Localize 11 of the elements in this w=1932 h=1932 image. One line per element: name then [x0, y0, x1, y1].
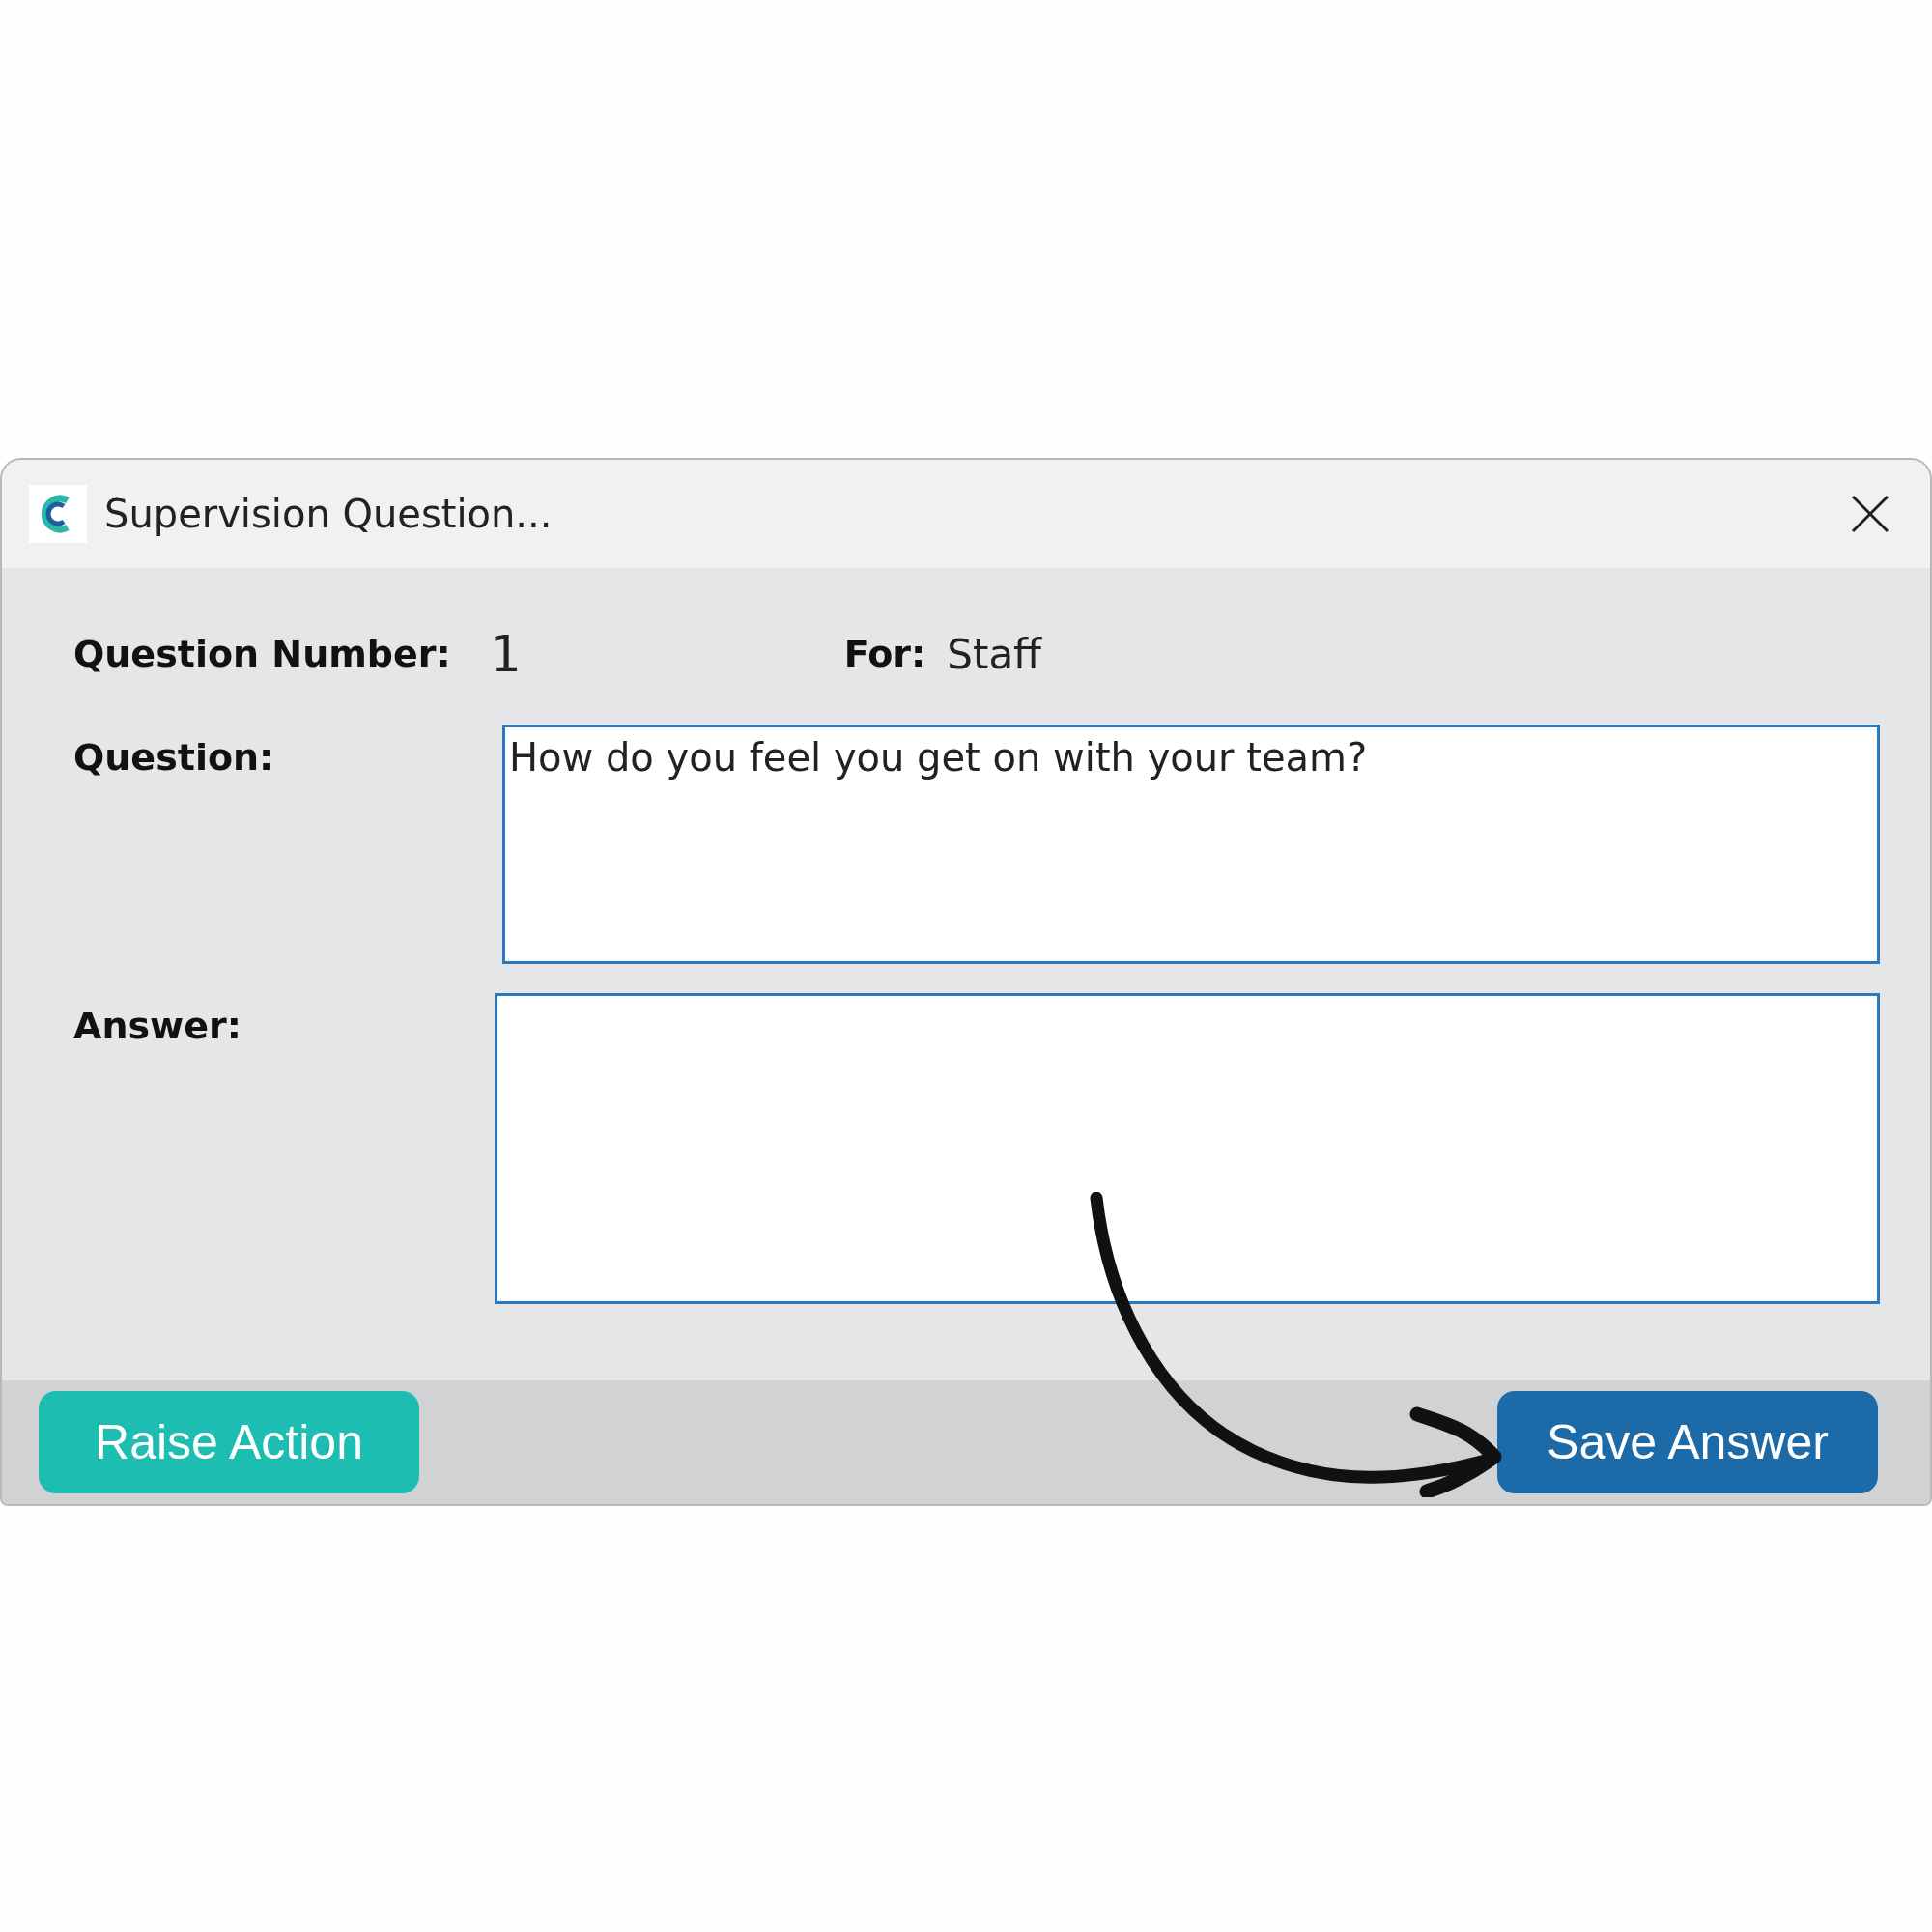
answer-field[interactable] — [495, 993, 1880, 1304]
question-field[interactable]: How do you feel you get on with your team? — [502, 724, 1880, 964]
field-label: Answer: — [73, 1005, 242, 1047]
field-label: For: — [843, 633, 926, 675]
window-title: Supervision Question... — [104, 492, 554, 536]
logo-icon — [29, 485, 87, 543]
action-button[interactable]: Save Answer — [1497, 1391, 1878, 1493]
field-label: Question Number: — [73, 633, 451, 675]
for-value: Staff — [947, 630, 1042, 678]
field-label: Question: — [73, 736, 274, 779]
question-number: 1 — [489, 625, 522, 683]
